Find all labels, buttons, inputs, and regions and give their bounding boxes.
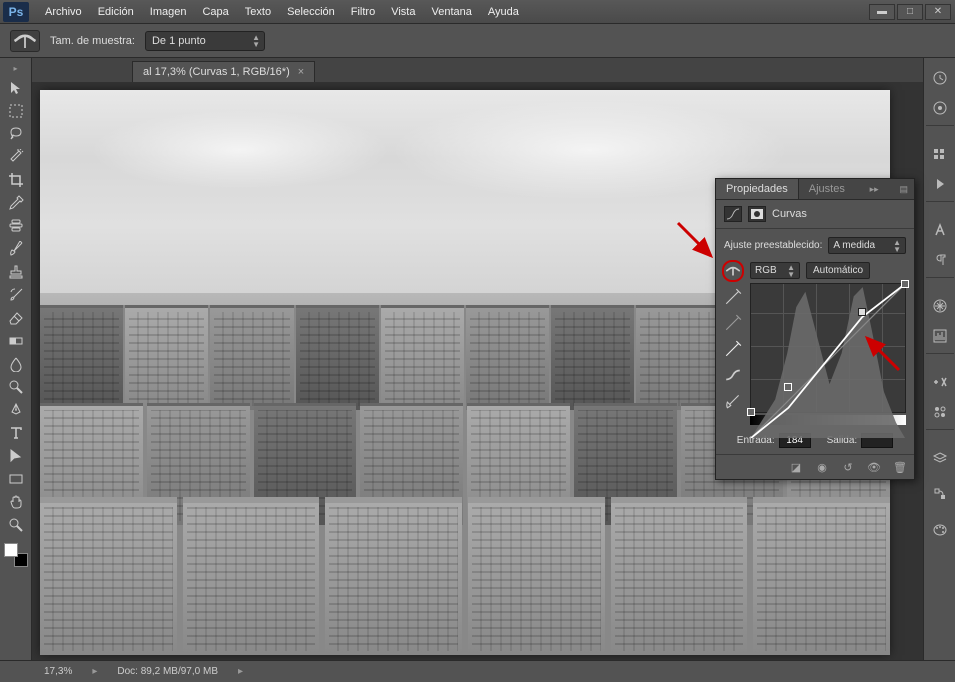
- history-panel-icon[interactable]: [928, 66, 952, 90]
- curve-point[interactable]: [901, 280, 909, 288]
- rectangle-tool[interactable]: [4, 468, 28, 490]
- menu-layer[interactable]: Capa: [194, 2, 236, 22]
- eyedropper-tool[interactable]: [4, 192, 28, 214]
- path-select-tool[interactable]: [4, 445, 28, 467]
- paragraph-panel-icon[interactable]: [926, 254, 954, 278]
- foreground-swatch[interactable]: [4, 543, 18, 557]
- on-image-adjustment-tool[interactable]: [724, 262, 742, 280]
- panel-footer: ◪ ◉ ↺ 👁 🗑: [716, 454, 914, 479]
- healing-tool[interactable]: [4, 215, 28, 237]
- collapsed-panels: [923, 58, 955, 660]
- maximize-button[interactable]: □: [897, 4, 923, 20]
- menu-window[interactable]: Ventana: [423, 2, 479, 22]
- histogram-panel-icon[interactable]: [926, 330, 954, 354]
- tab-properties[interactable]: Propiedades: [716, 179, 799, 199]
- menu-image[interactable]: Imagen: [142, 2, 195, 22]
- white-point-eyedropper[interactable]: [724, 340, 742, 358]
- move-tool[interactable]: [4, 77, 28, 99]
- curves-tool-column: [724, 262, 746, 425]
- preset-label: Ajuste preestablecido:: [724, 240, 822, 251]
- crop-tool[interactable]: [4, 169, 28, 191]
- tab-adjustments[interactable]: Ajustes: [799, 179, 855, 199]
- draw-curve-tool[interactable]: [724, 392, 742, 410]
- tab-close-icon[interactable]: ×: [298, 66, 304, 78]
- menu-help[interactable]: Ayuda: [480, 2, 527, 22]
- brush-tool[interactable]: [4, 238, 28, 260]
- menu-select[interactable]: Selección: [279, 2, 343, 22]
- status-bar: 17,3% ▸ Doc: 89,2 MB/97,0 MB ▸: [0, 660, 955, 682]
- color-panel-icon[interactable]: [926, 102, 954, 126]
- eraser-tool[interactable]: [4, 307, 28, 329]
- channel-select[interactable]: RGB ▲▼: [750, 262, 800, 279]
- panel-collapse-icon[interactable]: ▸▸: [864, 182, 885, 197]
- doc-info-chevron-icon[interactable]: ▸: [238, 666, 243, 677]
- toolbox-grip[interactable]: [2, 64, 30, 72]
- clip-to-layer-icon[interactable]: ◪: [788, 459, 804, 475]
- curves-graph[interactable]: [750, 283, 906, 413]
- view-previous-icon[interactable]: ◉: [814, 459, 830, 475]
- character-panel-icon[interactable]: [928, 218, 952, 242]
- window-controls: ▬ □ ✕: [869, 4, 951, 20]
- dodge-tool[interactable]: [4, 376, 28, 398]
- titlebar: Ps Archivo Edición Imagen Capa Texto Sel…: [0, 0, 955, 24]
- menu-filter[interactable]: Filtro: [343, 2, 383, 22]
- curve-point[interactable]: [858, 308, 866, 316]
- hand-tool[interactable]: [4, 491, 28, 513]
- menu-edit[interactable]: Edición: [90, 2, 142, 22]
- curve-point[interactable]: [784, 383, 792, 391]
- info-panel-icon[interactable]: [928, 370, 952, 394]
- close-button[interactable]: ✕: [925, 4, 951, 20]
- layers-panel-icon[interactable]: [928, 446, 952, 470]
- toolbox: [0, 58, 32, 660]
- visibility-icon[interactable]: 👁: [866, 459, 882, 475]
- doc-info[interactable]: Doc: 89,2 MB/97,0 MB: [117, 666, 218, 677]
- sample-size-select[interactable]: De 1 punto ▲▼: [145, 31, 265, 51]
- menu-view[interactable]: Vista: [383, 2, 423, 22]
- document-tab-title: al 17,3% (Curvas 1, RGB/16*): [143, 66, 290, 78]
- tool-preset-icon[interactable]: [10, 30, 40, 52]
- stamp-tool[interactable]: [4, 261, 28, 283]
- paths-panel-icon[interactable]: [928, 482, 952, 506]
- properties-panel: Propiedades Ajustes ▸▸ ▤ Curvas Ajuste p…: [715, 178, 915, 480]
- preset-select[interactable]: A medida ▲▼: [828, 237, 906, 254]
- minimize-button[interactable]: ▬: [869, 4, 895, 20]
- app-logo: Ps: [3, 2, 29, 22]
- brushes-panel-icon[interactable]: [926, 406, 954, 430]
- blur-tool[interactable]: [4, 353, 28, 375]
- navigator-panel-icon[interactable]: [928, 294, 952, 318]
- mask-icon[interactable]: [748, 206, 766, 222]
- swatches-panel-icon[interactable]: [928, 518, 952, 542]
- marquee-tool[interactable]: [4, 100, 28, 122]
- auto-button[interactable]: Automático: [806, 262, 870, 279]
- libraries-panel-icon[interactable]: [928, 142, 952, 166]
- zoom-level[interactable]: 17,3%: [44, 666, 72, 677]
- gray-point-eyedropper[interactable]: [724, 314, 742, 332]
- menubar: Archivo Edición Imagen Capa Texto Selecc…: [37, 2, 869, 22]
- edit-points-tool[interactable]: [724, 366, 742, 384]
- lasso-tool[interactable]: [4, 123, 28, 145]
- document-tab[interactable]: al 17,3% (Curvas 1, RGB/16*) ×: [132, 61, 315, 82]
- curve-point[interactable]: [747, 408, 755, 416]
- zoom-chevron-icon[interactable]: ▸: [92, 666, 97, 677]
- panel-menu-icon[interactable]: ▤: [893, 182, 914, 197]
- reset-icon[interactable]: ↺: [840, 459, 856, 475]
- pen-tool[interactable]: [4, 399, 28, 421]
- color-swatches[interactable]: [4, 543, 28, 567]
- black-point-eyedropper[interactable]: [724, 288, 742, 306]
- type-tool[interactable]: [4, 422, 28, 444]
- history-brush-tool[interactable]: [4, 284, 28, 306]
- gradient-tool[interactable]: [4, 330, 28, 352]
- sample-size-label: Tam. de muestra:: [50, 35, 135, 47]
- panel-title: Curvas: [772, 208, 807, 220]
- options-bar: Tam. de muestra: De 1 punto ▲▼: [0, 24, 955, 58]
- zoom-tool[interactable]: [4, 514, 28, 536]
- curves-adjustment-icon: [724, 206, 742, 222]
- document-tabs: al 17,3% (Curvas 1, RGB/16*) ×: [32, 58, 923, 82]
- menu-text[interactable]: Texto: [237, 2, 279, 22]
- actions-panel-icon[interactable]: [926, 178, 954, 202]
- wand-tool[interactable]: [4, 146, 28, 168]
- menu-file[interactable]: Archivo: [37, 2, 90, 22]
- trash-icon[interactable]: 🗑: [892, 459, 908, 475]
